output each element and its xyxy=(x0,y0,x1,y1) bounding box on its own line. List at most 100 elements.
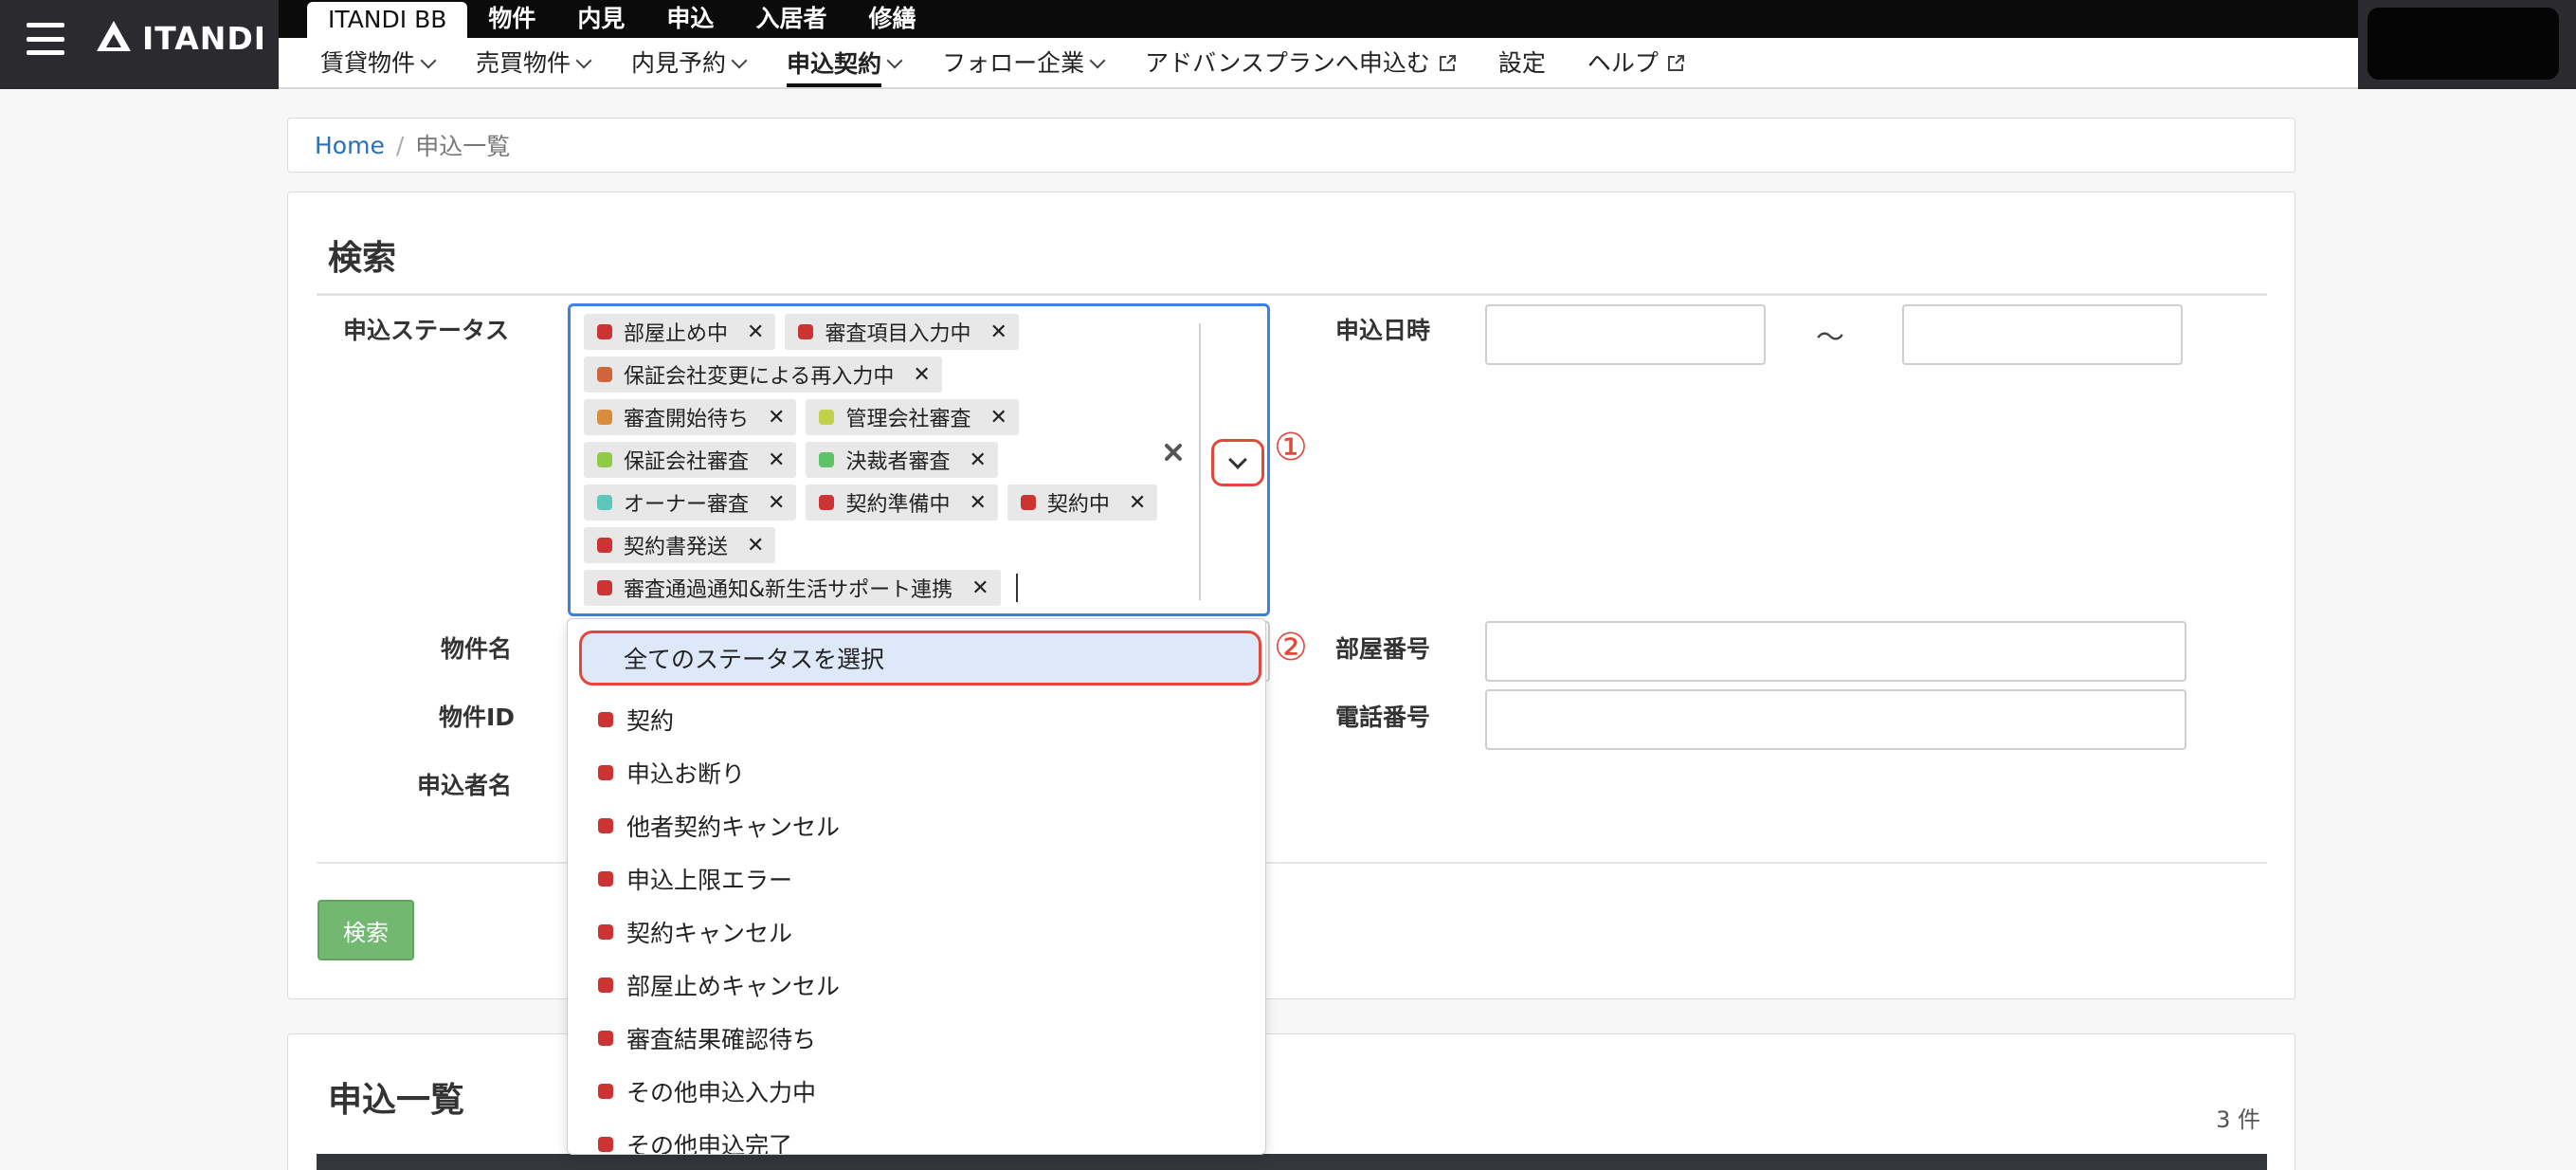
chevron-down-icon xyxy=(1228,449,1247,469)
chevron-down-icon xyxy=(731,52,748,69)
status-color-icon xyxy=(819,452,835,467)
sub-nav-label: アドバンスプランへ申込む xyxy=(1145,49,1430,77)
status-option[interactable]: 契約キャンセル xyxy=(568,905,1265,959)
user-menu-button[interactable] xyxy=(2367,8,2559,80)
status-tag-label: 契約書発送 xyxy=(624,536,729,559)
status-color-icon xyxy=(598,1084,613,1099)
sub-nav-item[interactable]: フォロー企業 xyxy=(921,38,1124,89)
status-option-label: 審査結果確認待ち xyxy=(626,1026,817,1053)
sub-nav-item[interactable]: 申込契約 xyxy=(766,38,921,89)
property-id-label: 物件ID xyxy=(439,704,516,731)
remove-tag-icon[interactable]: ✕ xyxy=(747,534,764,558)
status-color-icon xyxy=(598,1031,613,1046)
header-brand-area: ITANDI xyxy=(0,0,279,89)
remove-tag-icon[interactable]: ✕ xyxy=(971,576,989,600)
hamburger-menu-icon[interactable] xyxy=(27,23,64,55)
status-dropdown-toggle[interactable] xyxy=(1211,439,1264,486)
status-option[interactable]: 他者契約キャンセル xyxy=(568,799,1265,852)
status-option[interactable]: 申込上限エラー xyxy=(568,852,1265,905)
status-option[interactable]: 申込お断り xyxy=(568,746,1265,799)
sub-nav-label: 売買物件 xyxy=(476,49,571,77)
status-color-icon xyxy=(598,818,613,833)
status-color-icon xyxy=(597,410,612,425)
status-tag: オーナー審査 ✕ xyxy=(584,484,797,521)
top-tab-item[interactable]: 内見 xyxy=(556,0,645,38)
remove-tag-icon[interactable]: ✕ xyxy=(747,320,764,344)
status-color-icon xyxy=(598,765,613,780)
phone-input[interactable] xyxy=(1485,689,2186,750)
top-tab-item[interactable]: ITANDI BB xyxy=(307,2,468,38)
remove-tag-icon[interactable]: ✕ xyxy=(768,406,785,430)
status-color-icon xyxy=(597,495,612,510)
sub-nav-item[interactable]: 設定 xyxy=(1478,38,1567,89)
status-option[interactable]: 審査結果確認待ち xyxy=(568,1012,1265,1065)
result-count: 3 件 xyxy=(2216,1106,2260,1133)
status-option-label: その他申込入力中 xyxy=(626,1079,817,1106)
room-number-label: 部屋番号 xyxy=(1335,635,1431,663)
phone-label: 電話番号 xyxy=(1335,704,1431,731)
status-color-icon xyxy=(598,978,613,993)
chevron-down-icon xyxy=(886,52,903,69)
sub-nav-item[interactable]: ヘルプ xyxy=(1567,38,1706,89)
remove-tag-icon[interactable]: ✕ xyxy=(913,363,930,387)
brand-logo[interactable]: ITANDI xyxy=(95,19,266,57)
remove-tag-icon[interactable]: ✕ xyxy=(768,491,785,515)
table-header xyxy=(317,1154,2267,1170)
annotation-marker-2: ② xyxy=(1274,626,1308,669)
status-option[interactable]: 部屋止めキャンセル xyxy=(568,959,1265,1012)
select-all-statuses-option[interactable]: 全てのステータスを選択 xyxy=(579,631,1261,686)
status-tag: 決裁者審査 ✕ xyxy=(806,442,998,478)
sub-nav-label: 設定 xyxy=(1497,49,1546,77)
remove-tag-icon[interactable]: ✕ xyxy=(989,406,1007,430)
status-color-icon xyxy=(598,1137,613,1152)
status-tag-label: 契約中 xyxy=(1046,493,1110,517)
breadcrumb-separator: / xyxy=(395,131,405,159)
top-tab-item[interactable]: 申込 xyxy=(645,0,735,38)
status-color-icon xyxy=(597,580,612,595)
divider xyxy=(317,293,2267,296)
status-option-label: 契約キャンセル xyxy=(626,920,793,947)
top-tab-item[interactable]: 入居者 xyxy=(735,0,847,38)
annotation-marker-1: ① xyxy=(1274,426,1308,469)
remove-tag-icon[interactable]: ✕ xyxy=(768,448,785,472)
sub-nav-label: ヘルプ xyxy=(1587,49,1659,77)
status-option[interactable]: 契約 xyxy=(568,693,1265,746)
user-area xyxy=(2358,0,2576,89)
search-button[interactable]: 検索 xyxy=(317,900,414,960)
status-multiselect[interactable]: 部屋止め中 ✕ 審査項目入力中 ✕ 保証会社変更による再入力中 ✕ 審査開始待ち ✕ 管理会社審… xyxy=(568,303,1270,616)
search-panel-title: 検索 xyxy=(328,239,397,278)
text-cursor xyxy=(1015,574,1018,602)
status-option-label: 契約 xyxy=(626,707,675,735)
status-color-icon xyxy=(819,495,835,510)
sub-nav-item[interactable]: 内見予約 xyxy=(610,38,766,89)
date-to-input[interactable] xyxy=(1902,304,2183,365)
status-tag-label: 決裁者審査 xyxy=(845,450,951,474)
external-link-icon xyxy=(1439,55,1456,71)
remove-tag-icon[interactable]: ✕ xyxy=(989,320,1007,344)
status-option[interactable]: その他申込完了 xyxy=(568,1118,1265,1154)
date-from-input[interactable] xyxy=(1485,304,1766,365)
date-range-separator: ～ xyxy=(1816,321,1844,355)
sub-nav-item[interactable]: 売買物件 xyxy=(455,38,610,89)
external-link-icon xyxy=(1667,55,1684,71)
clear-all-icon[interactable] xyxy=(1160,439,1187,466)
status-tag-label: 保証会社変更による再入力中 xyxy=(624,365,895,389)
status-color-icon xyxy=(798,324,814,339)
remove-tag-icon[interactable]: ✕ xyxy=(969,491,986,515)
breadcrumb-current: 申込一覧 xyxy=(415,133,511,160)
sub-nav-label: フォロー企業 xyxy=(942,49,1085,77)
status-options-dropdown: 全てのステータスを選択 契約申込お断り他者契約キャンセル申込上限エラー契約キャン… xyxy=(567,618,1266,1155)
remove-tag-icon[interactable]: ✕ xyxy=(969,448,986,472)
sub-nav-item[interactable]: 賃貸物件 xyxy=(299,38,455,89)
remove-tag-icon[interactable]: ✕ xyxy=(1129,491,1146,515)
status-tag-label: 審査項目入力中 xyxy=(825,322,971,346)
sub-nav-item[interactable]: アドバンスプランへ申込む xyxy=(1124,38,1478,89)
room-number-input[interactable] xyxy=(1485,621,2186,682)
top-tab-item[interactable]: 修繕 xyxy=(847,0,936,38)
top-tab-item[interactable]: 物件 xyxy=(467,0,556,38)
status-option[interactable]: その他申込入力中 xyxy=(568,1065,1265,1118)
breadcrumb-home-link[interactable]: Home xyxy=(315,132,385,159)
status-color-icon xyxy=(597,367,612,382)
status-option-label: 他者契約キャンセル xyxy=(626,814,841,841)
status-color-icon xyxy=(598,924,613,940)
